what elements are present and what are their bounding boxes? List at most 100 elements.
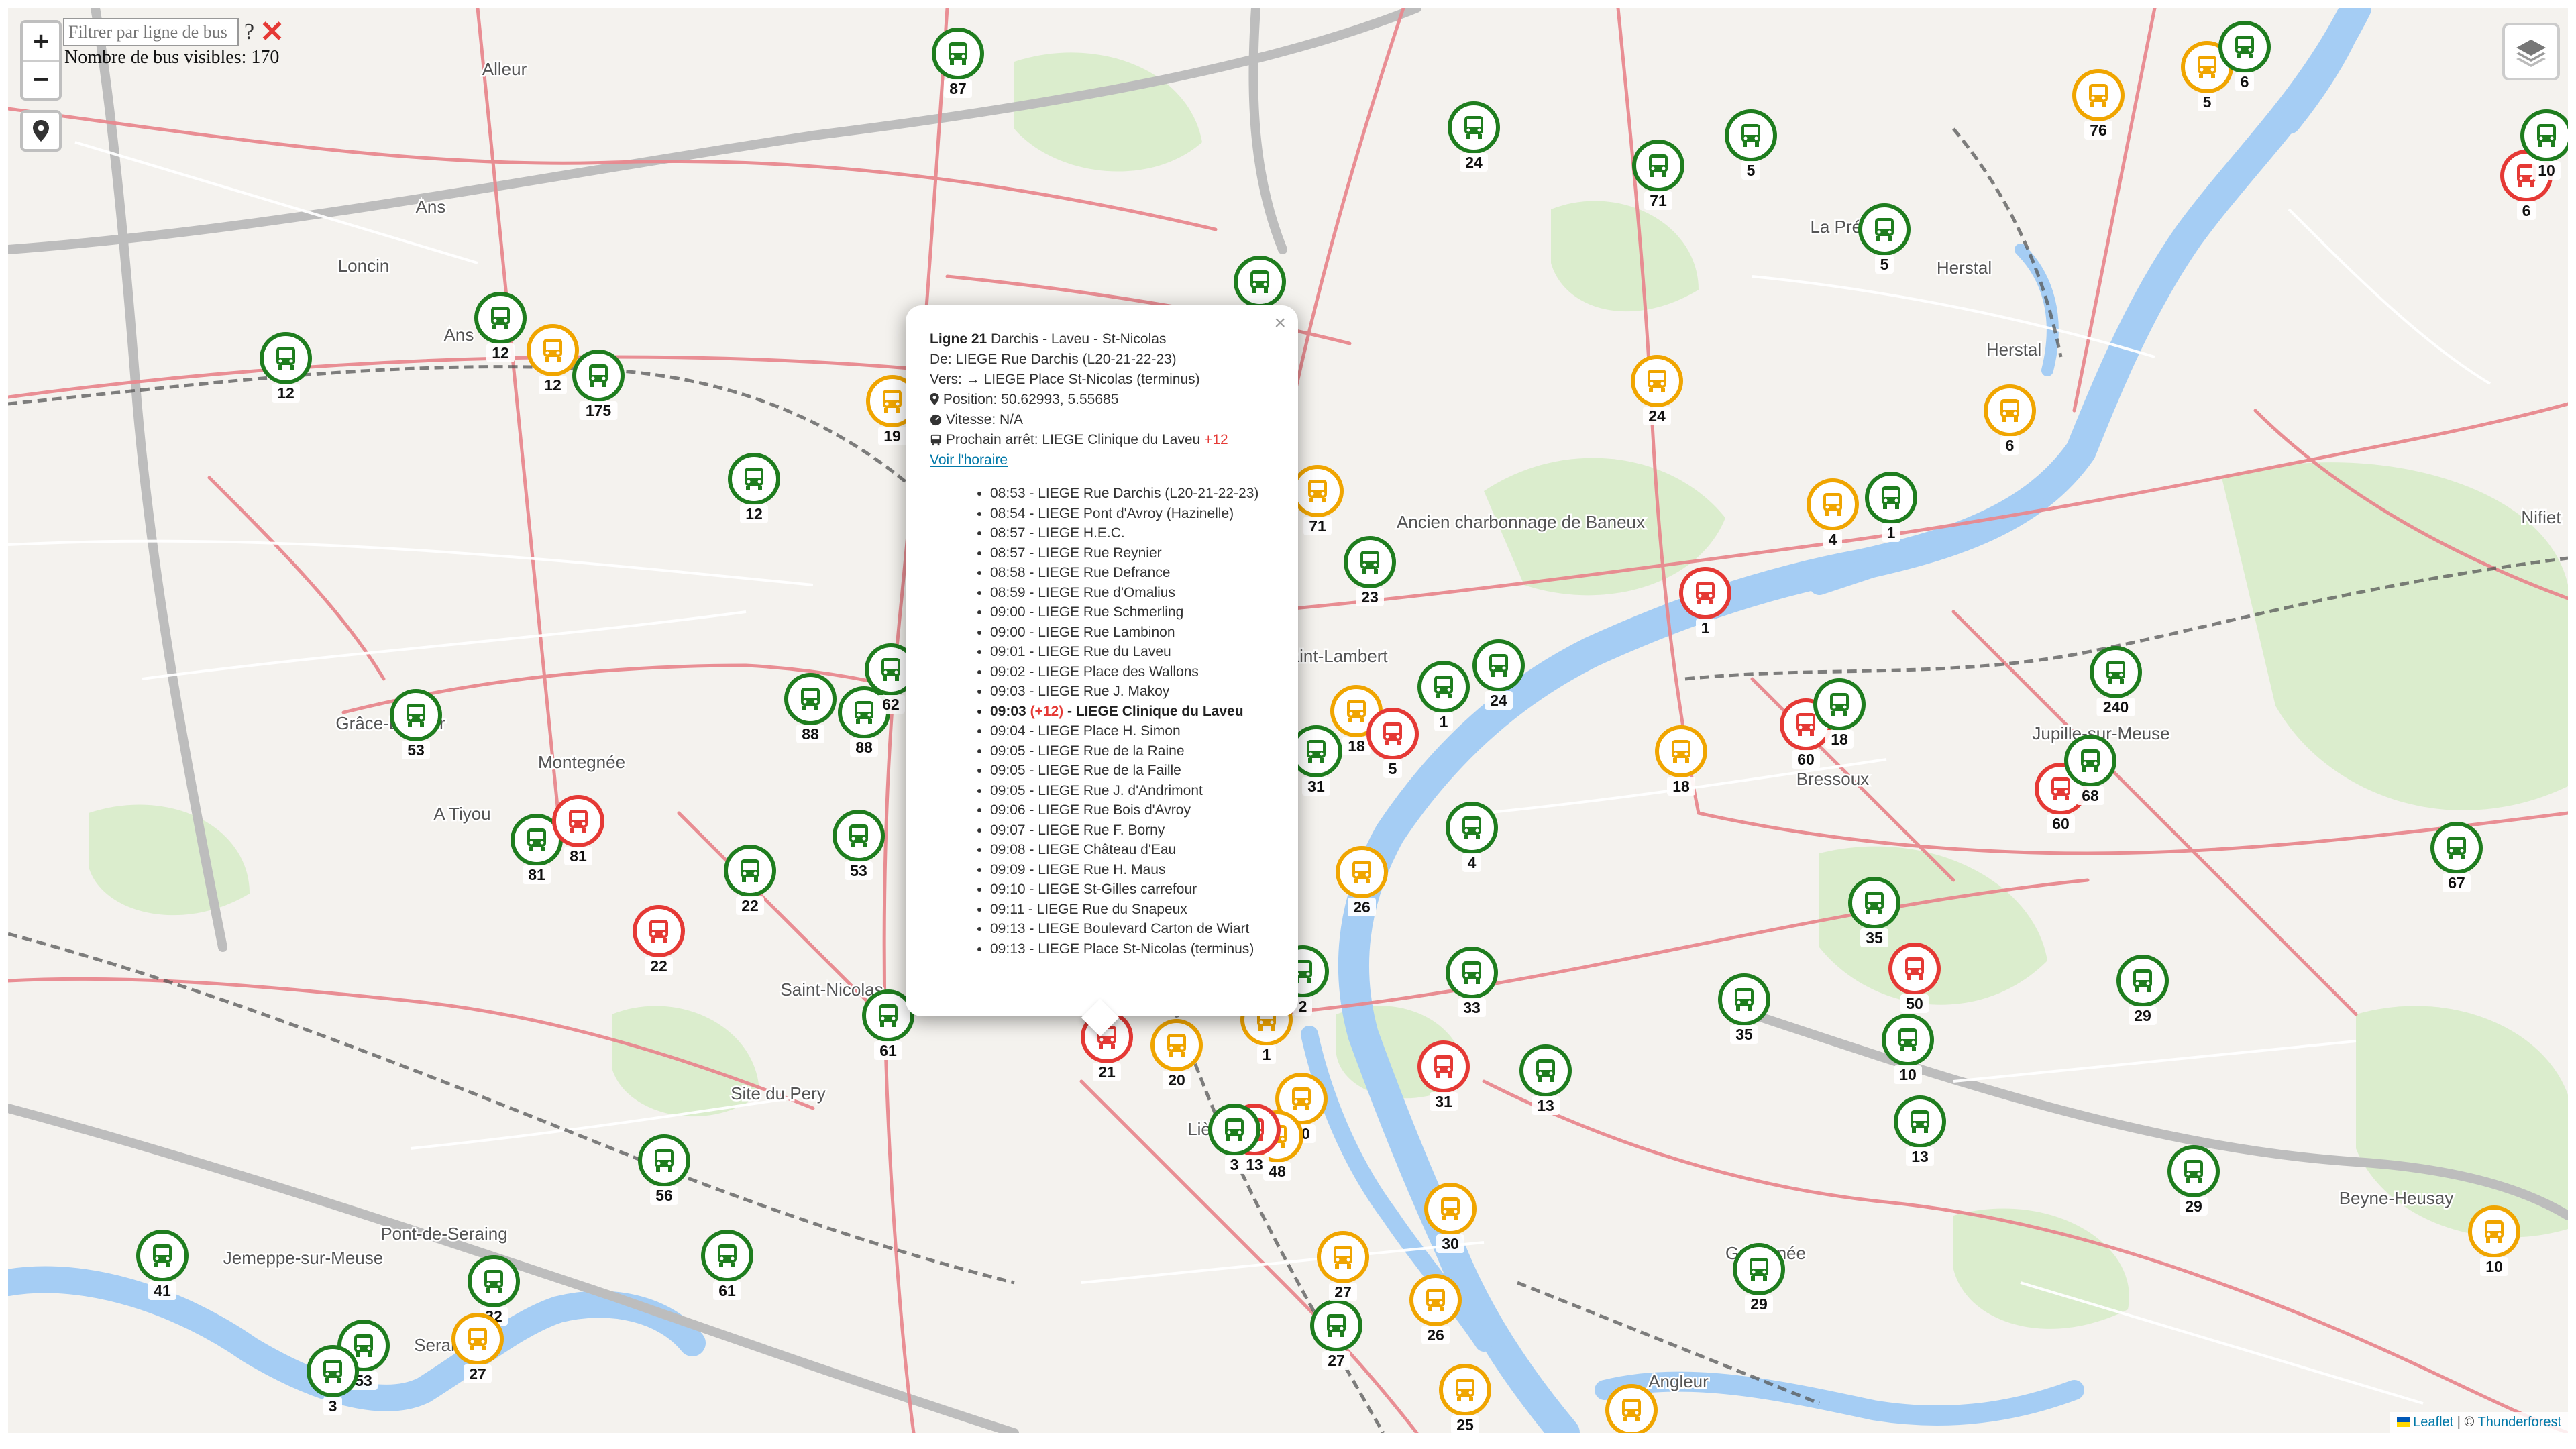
bus-line-number: 41 [154, 1282, 171, 1299]
popup-line-title: Ligne 21 Darchis - Laveu - St-Nicolas [930, 329, 1275, 350]
bus-marker[interactable]: 240 [2090, 646, 2142, 716]
bus-marker[interactable]: 26 [1605, 1384, 1658, 1433]
next-stop-text: Prochain arrêt: LIEGE Clinique du Laveu [945, 432, 1201, 447]
stop-item: 08:59 - LIEGE Rue d'Omalius [990, 583, 1275, 603]
place-label: Herstal [1986, 339, 2041, 360]
clear-filter-button[interactable]: ✕ [260, 17, 284, 47]
zoom-in-button[interactable]: + [23, 23, 59, 60]
line-filter-input[interactable] [63, 18, 239, 46]
map-container[interactable]: Alleur Ans Loncin Ans Herstal Herstal La Préal… [8, 8, 2568, 1433]
place-label: Ans [444, 325, 474, 345]
bus-line-number: 27 [469, 1365, 486, 1383]
stop-item: 09:02 - LIEGE Place des Wallons [990, 662, 1275, 682]
layers-button[interactable] [2502, 23, 2560, 80]
current-stop-name: - LIEGE Clinique du Laveu [1067, 703, 1244, 719]
bus-line-number: 1 [1263, 1046, 1271, 1063]
bus-line-number: 71 [1650, 192, 1667, 209]
bus-line-number: 67 [2448, 874, 2465, 892]
bus-line-number: 48 [1269, 1163, 1286, 1180]
bus-line-number: 31 [1435, 1093, 1452, 1110]
bus-line-number: 26 [1353, 898, 1371, 916]
bus-line-number: 24 [1490, 692, 1507, 709]
popup-to: Vers: → LIEGE Place St-Nicolas (terminus… [930, 372, 1200, 387]
place-label: Pont-de-Seraing [380, 1224, 507, 1244]
bus-line-number: 10 [2538, 162, 2555, 179]
bus-line-number: 25 [1456, 1416, 1474, 1433]
bus-line-number: 21 [1098, 1063, 1116, 1081]
bus-line-number: 1 [1887, 524, 1896, 541]
bus-marker[interactable]: 175 [572, 350, 625, 420]
bus-line-number: 3 [329, 1397, 337, 1415]
bus-line-number: 10 [1899, 1066, 1917, 1083]
bus-line-number: 81 [570, 847, 587, 865]
current-stop-delay: (+12) [1030, 703, 1064, 719]
stop-item: 09:06 - LIEGE Rue Bois d'Avroy [990, 800, 1275, 820]
bus-info-popup: × Ligne 21 Darchis - Laveu - St-Nicolas … [906, 305, 1298, 1037]
visible-bus-count: Nombre de bus visibles: 170 [64, 47, 280, 68]
bus-line-number: 29 [2185, 1197, 2202, 1215]
bus-line-number: 19 [883, 427, 901, 445]
bus-line-number: 3 [1230, 1156, 1239, 1173]
locate-button[interactable] [20, 110, 62, 152]
bus-line-number: 71 [1309, 517, 1326, 535]
bus-line-number: 26 [1427, 1326, 1444, 1344]
bus-line-number: 5 [1747, 162, 1756, 179]
bus-line-number: 61 [718, 1282, 736, 1299]
stop-item: 09:11 - LIEGE Rue du Snapeux [990, 900, 1275, 920]
bus-line-number: 29 [1750, 1295, 1768, 1313]
bus-line-number: 4 [1829, 531, 1837, 548]
leaflet-link[interactable]: Leaflet [2413, 1415, 2453, 1430]
place-label: Jemeppe-sur-Meuse [223, 1248, 383, 1268]
bus-line-number: 22 [650, 957, 667, 975]
bus-line-number: 60 [1797, 751, 1815, 768]
bus-line-number: 240 [2103, 698, 2129, 716]
bus-line-number: 53 [850, 862, 867, 879]
place-label: Beyne-Heusay [2339, 1188, 2454, 1208]
help-button[interactable]: ? [244, 19, 254, 45]
place-label: Bressoux [1796, 769, 1869, 789]
place-label: Herstal [1937, 258, 1992, 278]
bus-line-number: 12 [745, 505, 763, 523]
bus-line-number: 5 [2203, 93, 2212, 111]
bus-line-number: 4 [1468, 854, 1477, 871]
zoom-out-button[interactable]: − [23, 60, 59, 98]
map-marker-icon [930, 393, 939, 405]
bus-line-number: 76 [2090, 121, 2107, 139]
bus-line-number: 53 [407, 741, 425, 759]
stop-item: 09:13 - LIEGE Boulevard Carton de Wiart [990, 919, 1275, 939]
schedule-link[interactable]: Voir l'horaire [930, 452, 1008, 468]
bus-line-number: 1 [1701, 619, 1710, 637]
popup-close-button[interactable]: × [1274, 312, 1286, 335]
position-text: Position: 50.62993, 5.55685 [943, 392, 1119, 407]
stop-item: 09:01 - LIEGE Rue du Laveu [990, 642, 1275, 662]
stop-item: 08:53 - LIEGE Rue Darchis (L20-21-22-23) [990, 484, 1275, 504]
place-label: Loncin [338, 256, 390, 276]
popup-speed: Vitesse: N/A [930, 410, 1275, 430]
place-label: Montegnée [538, 752, 625, 772]
place-label: Saint-Nicolas [780, 979, 883, 1000]
bus-line-number: 24 [1465, 154, 1483, 171]
bus-line-number: 13 [1246, 1156, 1263, 1173]
stop-item: 08:57 - LIEGE Rue Reynier [990, 543, 1275, 564]
bus-line-number: 35 [1866, 929, 1883, 947]
bus-line-number: 60 [2052, 815, 2070, 833]
bus-line-number: 5 [1880, 256, 1889, 273]
thunderforest-link[interactable]: Thunderforest [2477, 1415, 2561, 1430]
bus-line-number: 61 [879, 1042, 897, 1059]
popup-next-stop: Prochain arrêt: LIEGE Clinique du Laveu … [930, 430, 1275, 450]
bus-line-number: 62 [882, 696, 900, 713]
stop-item: 08:54 - LIEGE Pont d'Avroy (Hazinelle) [990, 504, 1275, 524]
zoom-control: + − [20, 20, 62, 101]
bus-line-number: 13 [1537, 1097, 1554, 1114]
popup-position: Position: 50.62993, 5.55685 [930, 390, 1275, 410]
bus-line-number: 12 [277, 384, 294, 402]
bus-line-number: 18 [1672, 777, 1690, 795]
bus-line-number: 81 [528, 866, 545, 883]
layers-icon [2516, 40, 2546, 67]
bus-line-number: 175 [586, 402, 612, 419]
bus-line-number: 29 [2134, 1007, 2151, 1024]
place-label: A Tiyou [433, 804, 490, 824]
bus-line-number: 24 [1648, 407, 1666, 425]
bus-line-number: 18 [1831, 731, 1848, 748]
attribution: Leaflet | © Thunderforest [2390, 1412, 2568, 1433]
